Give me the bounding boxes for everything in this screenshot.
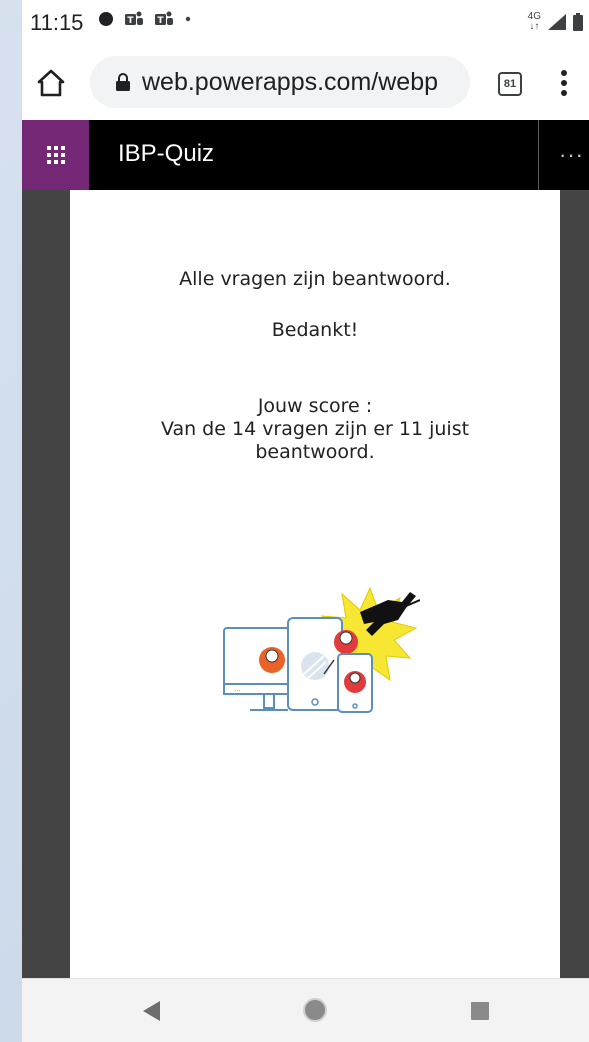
home-circle-icon[interactable] [302,997,328,1023]
score-line-2: beantwoord. [255,441,375,463]
more-options-button[interactable]: ··· [559,142,584,168]
app-title: IBP-Quiz [118,140,215,167]
url-text: web.powerapps.com/webp [142,67,438,96]
home-icon[interactable] [36,68,66,98]
android-nav-bar [22,978,589,1042]
url-bar[interactable]: web.powerapps.com/webp [90,56,470,108]
browser-menu-icon[interactable] [559,68,569,98]
result-screen: Alle vragen zijn beantwoord. Bedankt! Jo… [70,190,560,978]
teams-icon: T [155,11,173,26]
waffle-icon [46,146,65,164]
app-launcher-button[interactable] [22,120,89,190]
score-line-1: Van de 14 vragen zijn er 11 juist [160,418,470,440]
data-arrows-icon: ↓↑ [529,21,540,32]
svg-text:T: T [127,16,134,26]
browser-toolbar: web.powerapps.com/webp 81 [22,46,589,120]
devices-illustration: ... [223,586,420,713]
thanks-text: Bedankt! [271,319,359,341]
recents-icon[interactable] [469,1000,491,1022]
network-indicator: 4G ↓↑ [528,12,541,32]
tab-switcher-button[interactable]: 81 [498,72,522,96]
svg-text:T: T [157,16,164,26]
status-bar: 11:15 T T 4G ↓↑ [22,0,589,46]
header-divider [538,120,539,190]
battery-icon [573,13,583,31]
app-header: IBP-Quiz ··· [22,120,589,190]
back-icon[interactable] [140,999,164,1023]
status-time: 11:15 [30,10,84,35]
tab-count: 81 [503,78,517,90]
lock-icon [116,73,130,91]
notification-icons: T T [98,10,192,28]
svg-text:...: ... [234,685,241,693]
score-label: Jouw score : [257,395,373,417]
more-notifications-dot-icon [185,16,191,22]
all-answered-text: Alle vragen zijn beantwoord. [179,268,451,290]
system-status-icons: 4G ↓↑ [528,12,583,32]
signal-icon [548,14,566,30]
record-dot-icon [99,12,113,26]
teams-icon: T [125,11,143,26]
app-canvas: Alle vragen zijn beantwoord. Bedankt! Jo… [22,190,589,978]
phone-screen: 11:15 T T 4G ↓↑ web.powerapps.com/webp 8… [22,0,589,1042]
